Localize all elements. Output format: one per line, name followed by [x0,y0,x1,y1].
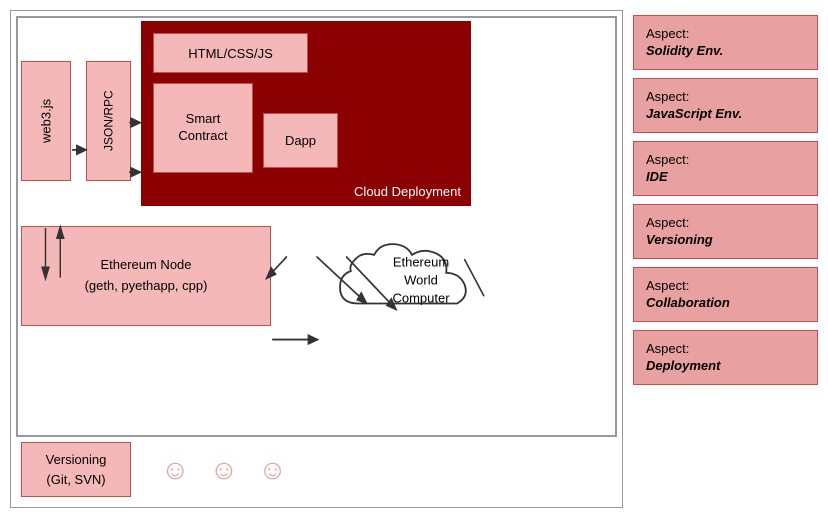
aspect-item-javascript: Aspect: JavaScript Env. [633,78,818,133]
smiley-3: ☺ [258,454,287,486]
versioning-box: Versioning(Git, SVN) [21,442,131,497]
web3-box: web3.js [21,61,71,181]
cloud-deployment-label: Cloud Deployment [354,184,461,199]
jsonrpc-box: JSON/RPC [86,61,131,181]
dapp-box: Dapp [263,113,338,168]
aspect-prefix-4: Aspect: [646,278,805,295]
sidebar: Aspect: Solidity Env. Aspect: JavaScript… [633,10,818,508]
aspect-value-0: Solidity Env. [646,43,805,60]
aspect-value-3: Versioning [646,232,805,249]
aspect-prefix-3: Aspect: [646,215,805,232]
ethereum-node-box: Ethereum Node(geth, pyethapp, cpp) [21,226,271,326]
aspect-item-deployment: Aspect: Deployment [633,330,818,385]
aspect-item-solidity: Aspect: Solidity Env. [633,15,818,70]
smiley-2: ☺ [210,454,239,486]
ethereum-node-label: Ethereum Node(geth, pyethapp, cpp) [85,255,208,297]
aspect-prefix-1: Aspect: [646,89,805,106]
bottom-section: Versioning(Git, SVN) ☺ ☺ ☺ [21,442,287,497]
aspect-item-collaboration: Aspect: Collaboration [633,267,818,322]
diagram-area: web3.js JSON/RPC HTML/CSS/JS SmartContra… [10,10,623,508]
aspect-value-5: Deployment [646,358,805,375]
ethereum-world-computer-container: Ethereum WorldComputer [321,221,521,341]
smart-contract-label: SmartContract [178,111,227,145]
aspect-prefix-0: Aspect: [646,26,805,43]
versioning-label: Versioning(Git, SVN) [46,450,107,489]
main-container: web3.js JSON/RPC HTML/CSS/JS SmartContra… [0,0,828,518]
smiley-group: ☺ ☺ ☺ [161,454,287,486]
aspect-value-2: IDE [646,169,805,186]
aspect-item-ide: Aspect: IDE [633,141,818,196]
smart-contract-box: SmartContract [153,83,253,173]
web3-label: web3.js [39,99,54,143]
cloud-shape: Ethereum WorldComputer [331,231,511,331]
dapp-label: Dapp [285,133,316,148]
cloud-deployment-box: HTML/CSS/JS SmartContract Dapp Cloud Dep… [141,21,471,206]
smiley-1: ☺ [161,454,190,486]
aspect-prefix-5: Aspect: [646,341,805,358]
aspect-prefix-2: Aspect: [646,152,805,169]
html-css-js-label: HTML/CSS/JS [188,46,273,61]
aspect-item-versioning: Aspect: Versioning [633,204,818,259]
aspect-value-1: JavaScript Env. [646,106,805,123]
jsonrpc-label: JSON/RPC [102,91,116,152]
aspect-value-4: Collaboration [646,295,805,312]
html-css-js-box: HTML/CSS/JS [153,33,308,73]
